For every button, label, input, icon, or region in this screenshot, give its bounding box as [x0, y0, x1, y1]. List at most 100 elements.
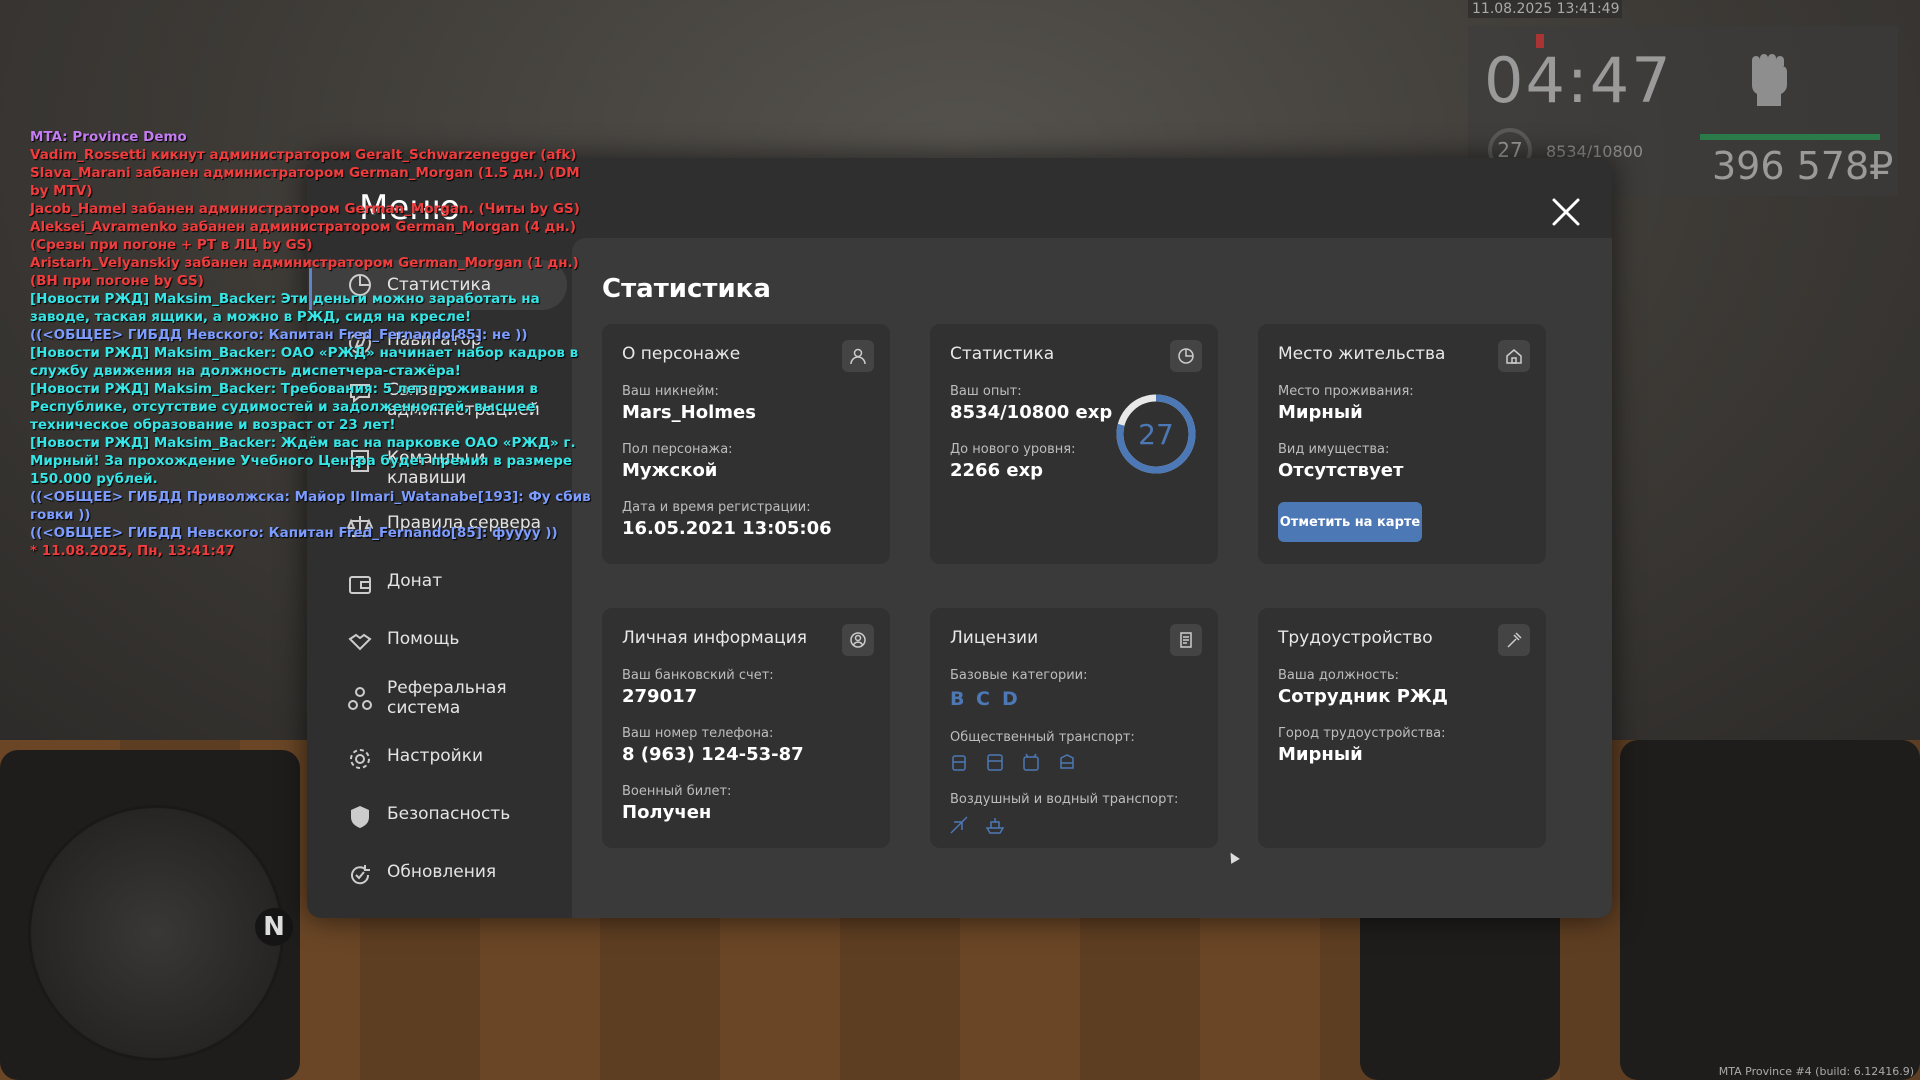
property-value: Отсутствует — [1278, 460, 1404, 481]
reg-value: 16.05.2021 13:05:06 — [622, 518, 832, 539]
military-label: Военный билет: — [622, 784, 732, 799]
hud-time: 04:47 — [1484, 44, 1673, 117]
gear-icon — [350, 749, 370, 769]
handshake-icon — [348, 633, 372, 651]
ship-icon — [985, 818, 1005, 834]
chat-line: [Новости РЖД] Maksim_Backer: Ждём вас на… — [30, 435, 576, 487]
place-value: Мирный — [1278, 402, 1363, 423]
id-icon — [842, 624, 874, 656]
sidebar-item-updates[interactable]: Обновления — [347, 862, 567, 888]
hammer-icon — [1498, 624, 1530, 656]
plane-icon — [950, 816, 968, 834]
card-title: Личная информация — [622, 628, 808, 648]
card-title: Место жительства — [1278, 344, 1446, 364]
chat-line: Vadim_Rossetti кикнут администратором Ge… — [30, 147, 577, 163]
exp-label: Ваш опыт: — [950, 384, 1022, 399]
level-value: 27 — [1138, 418, 1174, 451]
sidebar-item-donate[interactable]: Донат — [347, 571, 567, 597]
chat-line: ((<ОБЩЕЕ> ГИБДД Приволжска: Майор Ilmari… — [30, 489, 591, 523]
chat-line: [Новости РЖД] Maksim_Backer: ОАО «РЖД» н… — [30, 345, 579, 379]
fist-icon — [1751, 54, 1787, 106]
card-residence: Место жительства Место проживания: Мирны… — [1258, 324, 1546, 564]
sidebar-item-label: Настройки — [387, 746, 484, 766]
card-stats: Статистика Ваш опыт: 8534/10800 exp До н… — [930, 324, 1218, 564]
user-icon — [842, 340, 874, 372]
exp-value: 8534/10800 exp — [950, 402, 1113, 423]
place-label: Место проживания: — [1278, 384, 1414, 399]
tram-icon — [952, 755, 966, 771]
chair-right — [1620, 740, 1920, 1080]
referral-icon — [348, 687, 372, 710]
sidebar-item-label: Помощь — [387, 629, 460, 649]
sidebar-item-label: Безопасность — [387, 804, 511, 824]
hud-money: 396 578₽ — [1712, 144, 1894, 188]
sidebar-item-referral[interactable]: Реферальная система — [347, 678, 567, 718]
card-title: О персонаже — [622, 344, 741, 364]
phone-value: 8 (963) 124-53-87 — [622, 744, 804, 765]
minimap-north: N — [255, 908, 293, 946]
chat-line: Jacob_Hamel забанен администратором Germ… — [30, 201, 580, 217]
chat-line: Aristarh_Velyanskiy забанен администрато… — [30, 255, 579, 289]
chart-icon — [1170, 340, 1202, 372]
military-value: Получен — [622, 802, 712, 823]
home-icon — [1498, 340, 1530, 372]
chat-log: MTA: Province Demo Vadim_Rossetti кикнут … — [30, 128, 600, 560]
refresh-icon — [351, 865, 370, 885]
gender-label: Пол персонажа: — [622, 442, 733, 457]
license-category: B — [950, 688, 965, 710]
position-value: Сотрудник РЖД — [1278, 686, 1448, 707]
bank-value: 279017 — [622, 686, 698, 707]
card-licenses: Лицензии Базовые категории: B C D Общест… — [930, 608, 1218, 848]
license-category: D — [1002, 688, 1018, 710]
minimap — [28, 805, 284, 1061]
license-icon — [1170, 624, 1202, 656]
sidebar-item-label: Реферальная система — [387, 678, 507, 718]
air-water-label: Воздушный и водный транспорт: — [950, 792, 1179, 807]
stats-content: Статистика О персонаже Ваш никнейм: Mars… — [572, 238, 1612, 918]
sidebar-item-label: Обновления — [387, 862, 497, 882]
sidebar-item-settings[interactable]: Настройки — [347, 746, 567, 772]
card-title: Статистика — [950, 344, 1055, 364]
sidebar-item-help[interactable]: Помощь — [347, 629, 567, 655]
chat-line: ((<ОБЩЕЕ> ГИБДД Невского: Капитан Fred_F… — [30, 327, 528, 343]
next-level-label: До нового уровня: — [950, 442, 1076, 457]
sidebar-item-label: Донат — [387, 571, 443, 591]
build-version: MTA Province #4 (build: 6.12416.9) — [1718, 1065, 1914, 1078]
chat-line: * 11.08.2025, Пн, 13:41:47 — [30, 543, 235, 559]
chat-line: [Новости РЖД] Maksim_Backer: Эти деньги … — [30, 291, 540, 325]
property-label: Вид имущества: — [1278, 442, 1390, 457]
phone-label: Ваш номер телефона: — [622, 726, 774, 741]
nickname-label: Ваш никнейм: — [622, 384, 719, 399]
card-about: О персонаже Ваш никнейм: Mars_Holmes Пол… — [602, 324, 890, 564]
chat-line: MTA: Province Demo — [30, 129, 187, 145]
chat-line: Slava_Marani забанен администратором Ger… — [30, 165, 580, 199]
bus-icon — [987, 754, 1003, 771]
sidebar-item-security[interactable]: Безопасность — [347, 804, 567, 830]
close-icon[interactable] — [1548, 194, 1584, 230]
shield-icon — [351, 806, 369, 828]
basic-categories-label: Базовые категории: — [950, 668, 1088, 683]
position-label: Ваша должность: — [1278, 668, 1400, 683]
nickname-value: Mars_Holmes — [622, 402, 756, 423]
card-personal: Личная информация Ваш банковский счет: 2… — [602, 608, 890, 848]
public-transport-label: Общественный транспорт: — [950, 730, 1135, 745]
reg-label: Дата и время регистрации: — [622, 500, 811, 515]
license-category: C — [976, 688, 990, 710]
hud-health-bar — [1700, 134, 1880, 140]
gender-value: Мужской — [622, 460, 718, 481]
chat-line: [Новости РЖД] Maksim_Backer: Требования:… — [30, 381, 538, 433]
chair-right-front — [1360, 900, 1560, 1080]
mark-on-map-button[interactable]: Отметить на карте — [1278, 502, 1422, 542]
wallet-icon — [349, 576, 371, 594]
card-employment: Трудоустройство Ваша должность: Сотрудни… — [1258, 608, 1546, 848]
level-ring: 27 — [1116, 394, 1196, 474]
hud-datetime: 11.08.2025 13:41:49 — [1468, 0, 1622, 18]
chat-line: Aleksei_Avramenko забанен администраторо… — [30, 219, 577, 253]
city-value: Мирный — [1278, 744, 1363, 765]
train-icon — [1060, 754, 1074, 769]
city-label: Город трудоустройства: — [1278, 726, 1446, 741]
card-title: Лицензии — [950, 628, 1039, 648]
trolleybus-icon — [1023, 753, 1039, 771]
page-title: Статистика — [602, 274, 771, 304]
chat-line: ((<ОБЩЕЕ> ГИБДД Невского: Капитан Fred_F… — [30, 525, 558, 541]
